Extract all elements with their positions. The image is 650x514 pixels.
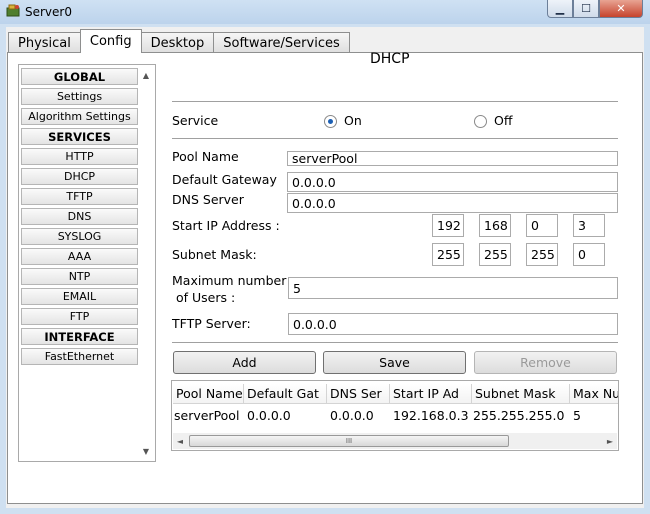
service-label: Service	[172, 113, 219, 128]
sidebar-item-settings[interactable]: Settings	[21, 88, 138, 105]
maximize-button[interactable]: ☐	[573, 0, 599, 18]
cell-max-users: 5	[573, 407, 581, 423]
table-row[interactable]: serverPool 0.0.0.0 0.0.0.0 192.168.0.3 2…	[173, 405, 618, 425]
table-header-row: Pool Name Default Gat DNS Ser Start IP A…	[173, 384, 618, 404]
sidebar-item-algorithm-settings[interactable]: Algorithm Settings	[21, 108, 138, 125]
service-on-label[interactable]: On	[344, 113, 362, 128]
window-title: Server0	[25, 5, 72, 19]
title-bar: Server0 ▁ ☐ ✕	[0, 0, 650, 24]
remove-button[interactable]: Remove	[474, 351, 617, 374]
sidebar-item-fastethernet[interactable]: FastEthernet	[21, 348, 138, 365]
tftp-server-label: TFTP Server:	[172, 316, 251, 331]
subnet-mask-octet-1-input[interactable]: 255	[432, 243, 464, 266]
service-off-radio[interactable]	[474, 115, 487, 128]
dns-server-label: DNS Server	[172, 192, 244, 207]
service-off-label[interactable]: Off	[494, 113, 512, 128]
column-header-default-gateway[interactable]: Default Gat	[244, 384, 327, 404]
column-header-dns-server[interactable]: DNS Ser	[327, 384, 390, 404]
start-ip-octet-1-input[interactable]: 192	[432, 214, 464, 237]
sidebar-item-tftp[interactable]: TFTP	[21, 188, 138, 205]
default-gateway-label: Default Gateway	[172, 172, 277, 187]
subnet-mask-octet-2-input[interactable]: 255	[479, 243, 511, 266]
tftp-server-input[interactable]: 0.0.0.0	[288, 313, 618, 335]
tab-bar: Physical Config Desktop Software/Service…	[8, 29, 350, 53]
divider	[172, 101, 618, 102]
column-header-pool-name[interactable]: Pool Name	[173, 384, 244, 404]
divider	[172, 138, 618, 139]
sidebar-item-email[interactable]: EMAIL	[21, 288, 138, 305]
cell-start-ip: 192.168.0.3	[393, 407, 469, 423]
start-ip-octet-2-input[interactable]: 168	[479, 214, 511, 237]
minimize-button[interactable]: ▁	[547, 0, 573, 18]
radio-selected-dot	[328, 119, 333, 124]
scroll-thumb[interactable]: III	[189, 435, 509, 447]
tab-config[interactable]: Config	[79, 29, 142, 53]
cell-pool-name: serverPool	[174, 407, 240, 423]
scroll-left-arrow-icon[interactable]: ◄	[173, 433, 187, 449]
pool-name-input[interactable]: serverPool	[287, 151, 618, 166]
sidebar-item-ftp[interactable]: FTP	[21, 308, 138, 325]
default-gateway-input[interactable]: 0.0.0.0	[287, 172, 618, 192]
column-header-subnet-mask[interactable]: Subnet Mask	[472, 384, 570, 404]
add-button[interactable]: Add	[173, 351, 316, 374]
subnet-mask-octet-4-input[interactable]: 0	[573, 243, 605, 266]
max-users-label-line2: of Users :	[176, 290, 236, 305]
subnet-mask-octet-3-input[interactable]: 255	[526, 243, 558, 266]
start-ip-label: Start IP Address :	[172, 218, 280, 233]
dhcp-pool-table: Pool Name Default Gat DNS Ser Start IP A…	[171, 380, 619, 451]
cell-default-gateway: 0.0.0.0	[247, 407, 291, 423]
scroll-right-arrow-icon[interactable]: ►	[603, 433, 617, 449]
scroll-down-arrow-icon[interactable]: ▼	[138, 444, 154, 458]
max-users-input[interactable]: 5	[288, 277, 618, 299]
sidebar-header-interface: INTERFACE	[21, 328, 138, 345]
sidebar-item-syslog[interactable]: SYSLOG	[21, 228, 138, 245]
pool-name-label: Pool Name	[172, 149, 239, 164]
dns-server-input[interactable]: 0.0.0.0	[287, 193, 618, 213]
sidebar-item-dns[interactable]: DNS	[21, 208, 138, 225]
sidebar-header-global: GLOBAL	[21, 68, 138, 85]
server-app-icon	[6, 4, 20, 17]
start-ip-octet-3-input[interactable]: 0	[526, 214, 558, 237]
save-button[interactable]: Save	[323, 351, 466, 374]
sidebar-list: GLOBAL Settings Algorithm Settings SERVI…	[21, 68, 138, 368]
sidebar-item-aaa[interactable]: AAA	[21, 248, 138, 265]
sidebar-item-http[interactable]: HTTP	[21, 148, 138, 165]
column-header-start-ip[interactable]: Start IP Ad	[390, 384, 472, 404]
sidebar-scrollbar[interactable]: ▲ ▼	[138, 66, 154, 460]
tab-desktop[interactable]: Desktop	[140, 32, 215, 53]
sidebar-header-services: SERVICES	[21, 128, 138, 145]
subnet-mask-label: Subnet Mask:	[172, 247, 257, 262]
max-users-label-line1: Maximum number	[172, 273, 287, 288]
tab-physical[interactable]: Physical	[8, 32, 81, 53]
cell-dns-server: 0.0.0.0	[330, 407, 374, 423]
scroll-up-arrow-icon[interactable]: ▲	[138, 68, 154, 82]
cell-subnet-mask: 255.255.255.0	[473, 407, 565, 423]
sidebar-item-ntp[interactable]: NTP	[21, 268, 138, 285]
table-horizontal-scrollbar[interactable]: ◄ III ►	[173, 433, 617, 449]
config-sidebar: GLOBAL Settings Algorithm Settings SERVI…	[18, 64, 156, 462]
sidebar-item-dhcp[interactable]: DHCP	[21, 168, 138, 185]
divider	[172, 342, 618, 343]
tab-software-services[interactable]: Software/Services	[213, 32, 350, 53]
dhcp-title: DHCP	[370, 51, 410, 67]
start-ip-octet-4-input[interactable]: 3	[573, 214, 605, 237]
service-on-radio[interactable]	[324, 115, 337, 128]
column-header-max-users[interactable]: Max Nu	[570, 384, 618, 404]
close-button[interactable]: ✕	[599, 0, 643, 18]
